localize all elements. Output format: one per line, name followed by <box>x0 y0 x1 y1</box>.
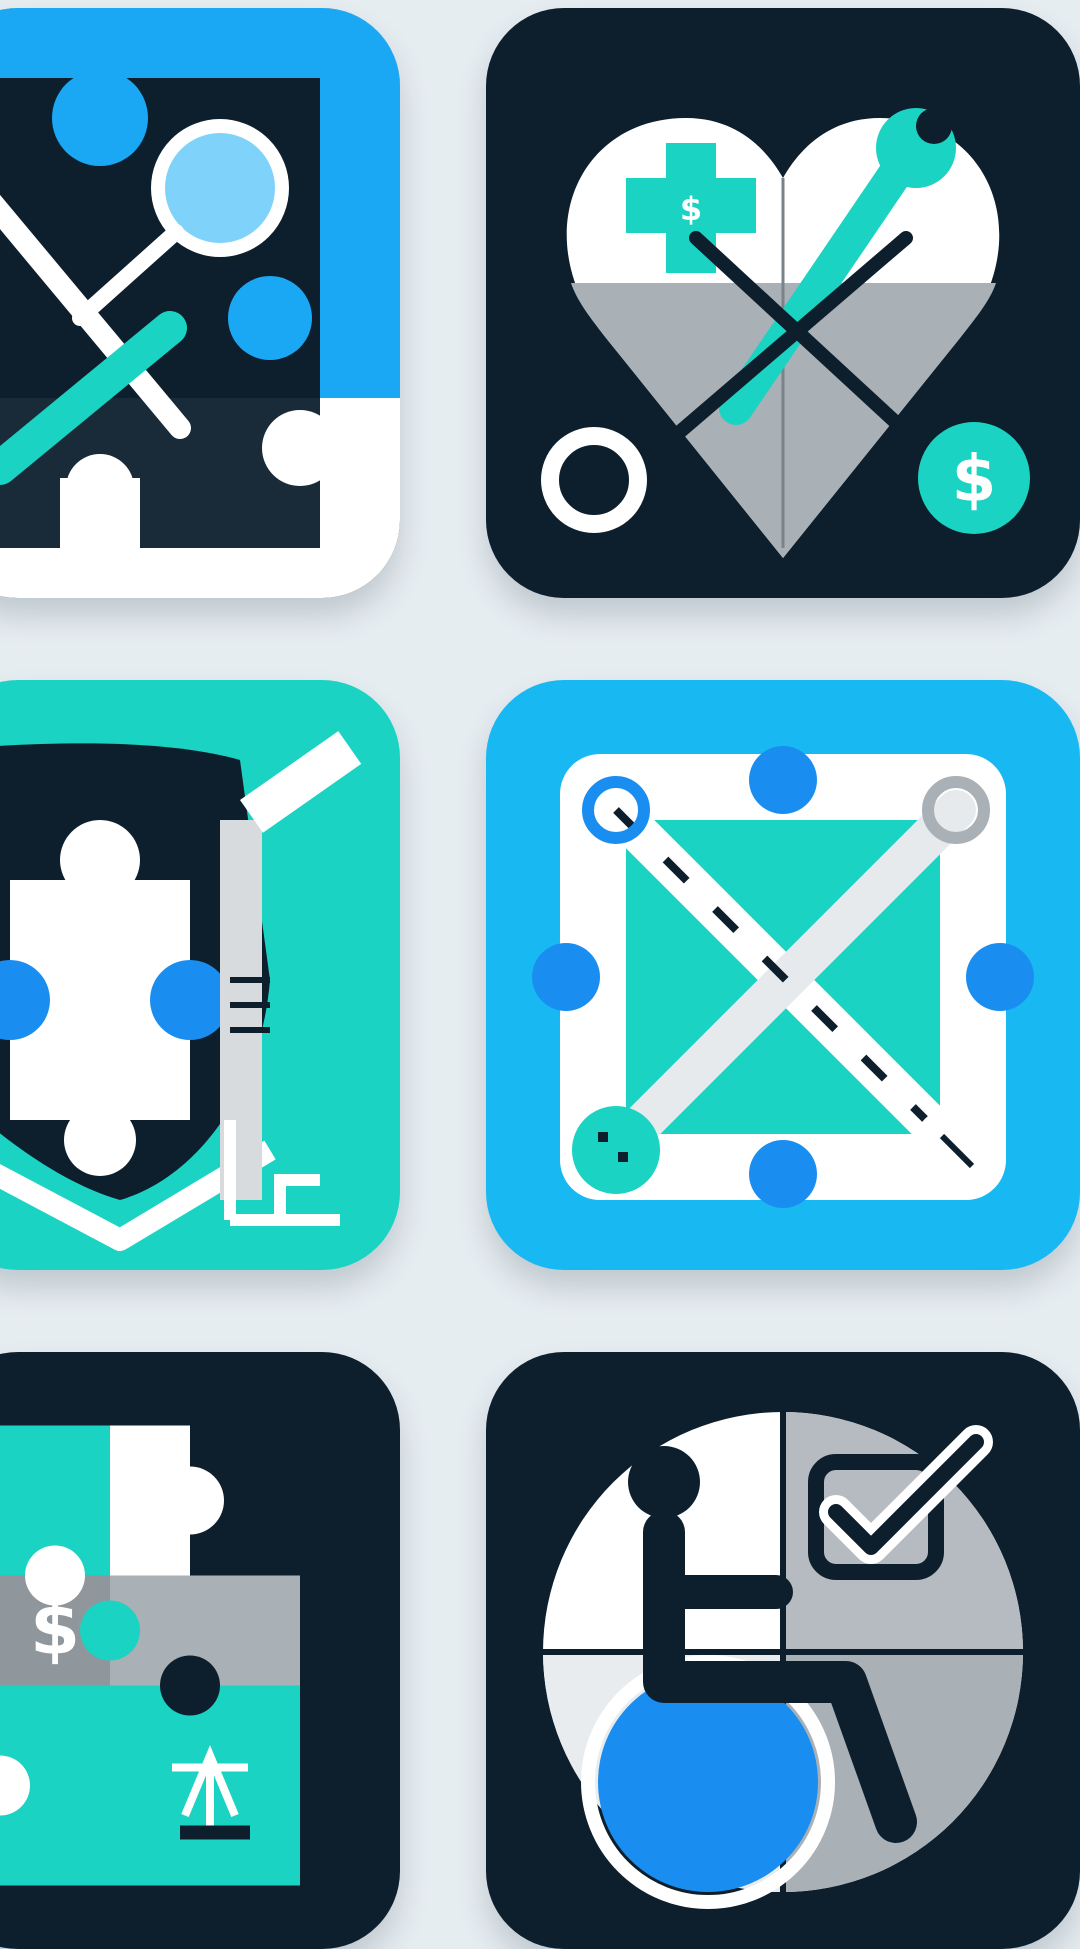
icon-grid: $ $ $ <box>0 0 1080 1949</box>
app-icon-crossed-tools[interactable] <box>486 680 1080 1270</box>
puzzle-icon: $ <box>0 1425 300 1886</box>
dollar-icon: $ <box>918 422 1030 534</box>
app-icon-puzzle-tools[interactable] <box>0 8 400 598</box>
shield-icon <box>0 731 362 1251</box>
wheelchair-icon <box>543 1412 1023 1909</box>
dollar-symbol: $ <box>952 443 997 517</box>
app-icon-accessibility[interactable] <box>486 1352 1080 1949</box>
puzzle-icon <box>532 746 1034 1208</box>
dollar-symbol: $ <box>30 1587 80 1671</box>
puzzle-icon <box>0 8 400 598</box>
app-icon-heart-finance[interactable]: $ $ <box>486 8 1080 598</box>
heart-icon: $ $ <box>541 108 1030 558</box>
app-icon-puzzle-finance[interactable]: $ <box>0 1352 400 1949</box>
dollar-symbol: $ <box>680 190 702 228</box>
app-icon-shield-puzzle[interactable] <box>0 680 400 1270</box>
dollar-icon: $ <box>30 1587 80 1671</box>
